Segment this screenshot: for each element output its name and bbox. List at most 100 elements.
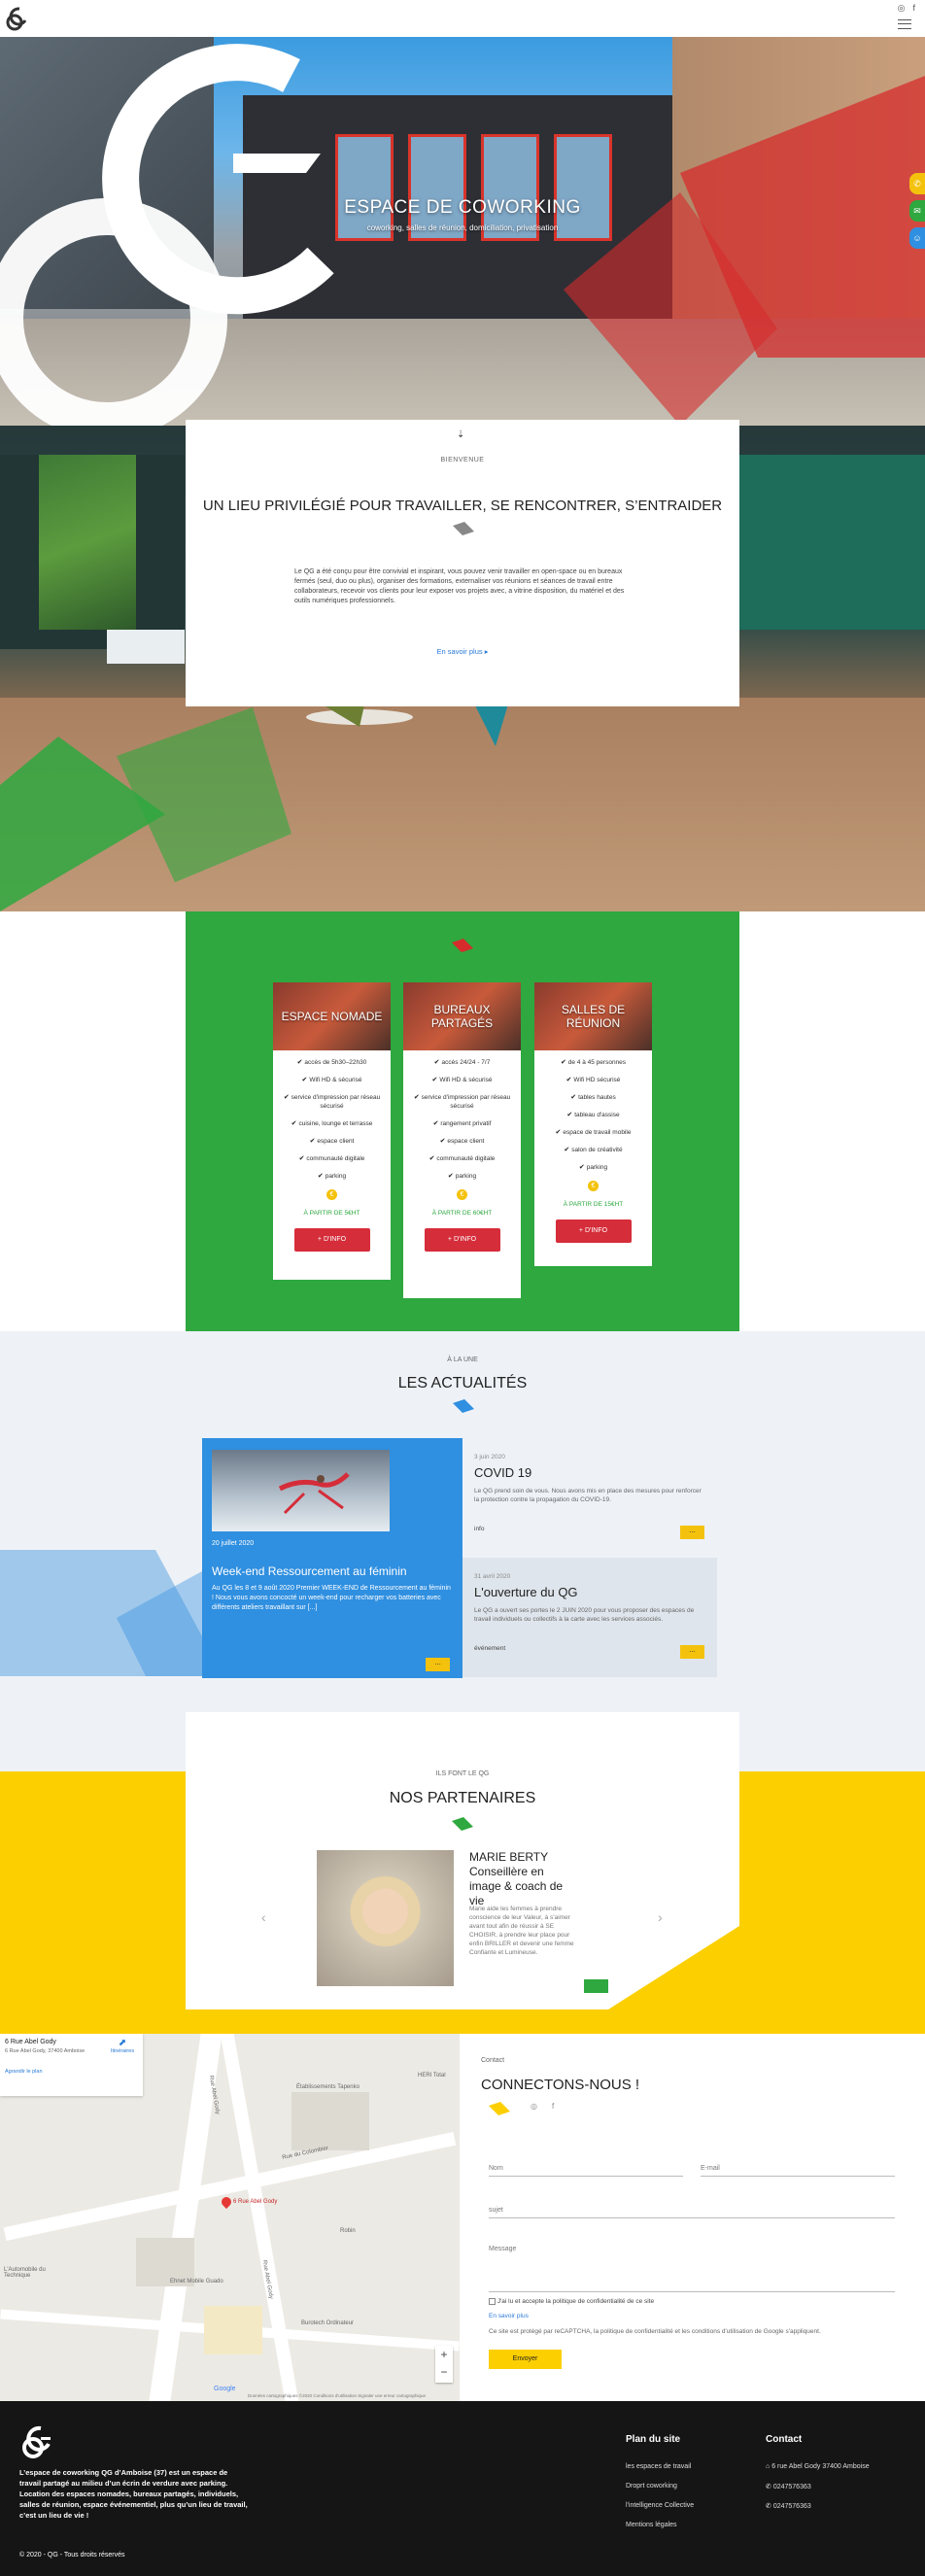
map-larger-link[interactable]: Agrandir le plan bbox=[5, 2069, 43, 2075]
news-date: 20 juillet 2020 bbox=[212, 1540, 255, 1547]
map-embed[interactable]: 6 Rue Abel Gody 6 Rue Abel Gody, 37400 A… bbox=[0, 2034, 460, 2401]
more-info-link[interactable]: En savoir plus bbox=[489, 2313, 529, 2319]
offer-feature: espace de travail mobile bbox=[540, 1128, 646, 1137]
offer-feature: parking bbox=[409, 1172, 515, 1181]
qg-logo[interactable] bbox=[19, 2422, 58, 2461]
map-label: Robin bbox=[340, 2228, 356, 2234]
offer-feature: cuisine, lounge et terrasse bbox=[279, 1119, 385, 1128]
read-more-button[interactable]: ... bbox=[680, 1526, 704, 1539]
news-category[interactable]: événement bbox=[474, 1645, 505, 1652]
arrow-down-icon[interactable]: ⇣ bbox=[457, 429, 464, 440]
sitemap-link[interactable]: Mentions légales bbox=[626, 2522, 677, 2528]
map-directions[interactable]: ⬈ Itinéraires bbox=[107, 2038, 138, 2054]
zoom-out-icon[interactable]: − bbox=[435, 2363, 453, 2381]
map-label: Burotech Ordinateur bbox=[301, 2320, 355, 2326]
instagram-icon[interactable]: ◎ bbox=[531, 2102, 537, 2111]
directions-icon: ⬈ bbox=[118, 2038, 127, 2048]
partner-description: Marie aide les femmes à prendre conscien… bbox=[469, 1906, 574, 1956]
map-place-address: 6 Rue Abel Gody, 37400 Amboise bbox=[5, 2048, 86, 2054]
offer-info-button[interactable]: + D'INFO bbox=[293, 1228, 370, 1252]
sitemap-link[interactable]: Droprt coworking bbox=[626, 2483, 677, 2490]
offer-card-bureaux: BUREAUX PARTAGÉS accès 24/24 - 7/7 Wifi … bbox=[403, 982, 521, 1298]
phone-icon: ✆ bbox=[766, 2503, 773, 2510]
offer-features: de 4 à 45 personnes Wifi HD sécurisé tab… bbox=[534, 1050, 652, 1172]
footer-phone[interactable]: ✆ 0247576363 bbox=[766, 2502, 811, 2510]
offer-feature: service d'impression par réseau sécurisé bbox=[409, 1093, 515, 1111]
news-category[interactable]: info bbox=[474, 1526, 484, 1532]
map-zoom-controls[interactable]: + − bbox=[435, 2346, 453, 2383]
menu-icon[interactable] bbox=[898, 19, 911, 29]
contact-heading: Contact bbox=[766, 2434, 803, 2445]
news-section: À LA UNE LES ACTUALITÉS 20 juillet 2020 … bbox=[0, 1331, 925, 1723]
message-field[interactable] bbox=[489, 2291, 895, 2292]
footer-phone[interactable]: ✆ 0247576363 bbox=[766, 2483, 811, 2490]
phone-icon[interactable]: ✆ bbox=[909, 173, 925, 194]
map-road bbox=[3, 2131, 457, 2242]
phone-text: 0247576363 bbox=[772, 2484, 811, 2490]
facebook-icon[interactable]: f bbox=[552, 2102, 554, 2111]
news-item[interactable]: 31 avril 2020 L'ouverture du QG Le QG a … bbox=[462, 1558, 717, 1677]
news-title: LES ACTUALITÉS bbox=[397, 1375, 528, 1391]
partner-name: MARIE BERTY Conseillère en image & coach… bbox=[469, 1850, 564, 1907]
offer-feature: parking bbox=[279, 1172, 385, 1181]
message-label: Message bbox=[489, 2246, 517, 2252]
offer-feature: Wifi HD & sécurisé bbox=[279, 1076, 385, 1084]
offer-info-button[interactable]: + D'INFO bbox=[555, 1219, 632, 1243]
read-more-button[interactable]: ... bbox=[680, 1645, 704, 1659]
offers-section: ESPACE NOMADE accès de 5h30–22h30 Wifi H… bbox=[186, 911, 739, 1331]
carousel-prev-icon[interactable]: ‹ bbox=[261, 1909, 266, 1925]
subject-label: sujet bbox=[489, 2207, 503, 2214]
subject-field[interactable] bbox=[489, 2217, 895, 2218]
yellow-diamond-icon bbox=[489, 2102, 510, 2115]
map-pin-label: 6 Rue Abel Gody bbox=[233, 2199, 278, 2205]
email-field[interactable] bbox=[701, 2176, 895, 2177]
facebook-icon[interactable]: f bbox=[912, 3, 915, 14]
contact-kicker: Contact bbox=[481, 2057, 505, 2064]
offer-card-reunion: SALLES DE RÉUNION de 4 à 45 personnes Wi… bbox=[534, 982, 652, 1266]
news-date: 31 avril 2020 bbox=[474, 1573, 511, 1580]
qg-logo[interactable] bbox=[4, 4, 33, 33]
submit-button[interactable]: Envoyer bbox=[489, 2350, 562, 2369]
news-excerpt: Le QG prend soin de vous. Nous avons mis… bbox=[474, 1488, 702, 1503]
offer-feature: espace client bbox=[409, 1137, 515, 1146]
gray-diamond-icon bbox=[453, 522, 474, 535]
sitemap-link[interactable]: l'intelligence Collective bbox=[626, 2502, 694, 2509]
news-title-link[interactable]: Week-end Ressourcement au féminin bbox=[212, 1564, 407, 1578]
welcome-title: UN LIEU PRIVILÉGIÉ POUR TRAVAILLER, SE R… bbox=[202, 498, 723, 514]
green-diamond-icon bbox=[452, 1817, 473, 1831]
name-field[interactable] bbox=[489, 2176, 683, 2177]
people-icon[interactable]: ☺ bbox=[909, 227, 925, 249]
partner-more-button[interactable] bbox=[584, 1979, 608, 1993]
consent-checkbox[interactable] bbox=[489, 2298, 496, 2305]
partners-kicker: ILS FONT LE QG bbox=[435, 1770, 490, 1777]
mail-icon[interactable]: ✉ bbox=[909, 200, 925, 222]
offer-feature: service d'impression par réseau sécurisé bbox=[279, 1093, 385, 1111]
news-item-title[interactable]: COVID 19 bbox=[474, 1465, 531, 1480]
consent-label: J'ai lu et accepte la politique de confi… bbox=[497, 2298, 655, 2306]
coin-icon: € bbox=[326, 1189, 337, 1200]
welcome-more-link[interactable]: En savoir plus ▸ bbox=[186, 647, 739, 656]
sitemap-heading: Plan du site bbox=[626, 2434, 681, 2445]
footer-copyright: © 2020 - QG - Tous droits réservés bbox=[19, 2552, 125, 2559]
consent-row[interactable]: J'ai lu et accepte la politique de confi… bbox=[489, 2298, 654, 2305]
email-label: E-mail bbox=[701, 2165, 720, 2172]
read-more-button[interactable]: ... bbox=[426, 1658, 450, 1671]
dancer-figure bbox=[278, 1472, 350, 1515]
carousel-next-icon[interactable]: › bbox=[658, 1909, 663, 1925]
zoom-in-icon[interactable]: + bbox=[435, 2346, 453, 2363]
top-bar: ◎ f bbox=[0, 0, 925, 37]
yellow-corner-shape bbox=[608, 1926, 739, 2009]
news-item-title[interactable]: L'ouverture du QG bbox=[474, 1585, 578, 1599]
offer-feature: de 4 à 45 personnes bbox=[540, 1058, 646, 1067]
phone-icon: ✆ bbox=[766, 2484, 773, 2490]
offer-feature: tableau d'assise bbox=[540, 1111, 646, 1119]
sitemap-link[interactable]: les espaces de travail bbox=[626, 2463, 691, 2470]
offer-feature: tables hautes bbox=[540, 1093, 646, 1102]
news-item[interactable]: 3 juin 2020 COVID 19 Le QG prend soin de… bbox=[462, 1438, 717, 1558]
map-pin-icon[interactable] bbox=[219, 2194, 234, 2210]
footer-description: L’espace de coworking QG d’Amboise (37) … bbox=[19, 2468, 248, 2520]
hero-subtitle: coworking, salles de réunion, domiciliat… bbox=[366, 223, 559, 232]
offer-info-button[interactable]: + D'INFO bbox=[424, 1228, 500, 1252]
instagram-icon[interactable]: ◎ bbox=[898, 3, 906, 14]
news-featured-card[interactable]: 20 juillet 2020 Week-end Ressourcement a… bbox=[202, 1438, 462, 1678]
